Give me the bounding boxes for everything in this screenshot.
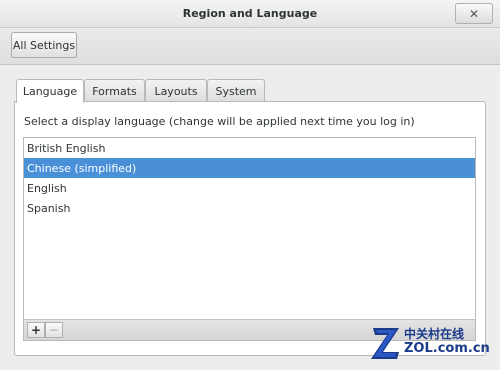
close-icon: ✕ — [468, 6, 480, 21]
language-hint: Select a display language (change will b… — [24, 115, 415, 128]
tab-system[interactable]: System — [207, 79, 265, 102]
add-language-button[interactable]: + — [27, 322, 45, 338]
language-panel: Select a display language (change will b… — [14, 101, 486, 356]
language-item-chinese-simplified[interactable]: Chinese (simplified) — [24, 158, 475, 178]
tab-language[interactable]: Language — [16, 79, 84, 103]
zol-logo-icon — [371, 328, 399, 359]
remove-language-button[interactable]: − — [45, 322, 63, 338]
header-toolbar: All Settings — [0, 28, 500, 65]
tab-layouts[interactable]: Layouts — [145, 79, 207, 102]
watermark-chinese-text: 中关村在线 — [404, 327, 465, 341]
tab-formats[interactable]: Formats — [84, 79, 145, 102]
language-item-british-english[interactable]: British English — [24, 138, 475, 158]
title-bar: Region and Language ✕ — [0, 0, 500, 28]
close-button[interactable]: ✕ — [455, 3, 493, 24]
zol-watermark: 中关村在线 ZOL.com.cn — [371, 322, 495, 364]
language-item-english[interactable]: English — [24, 178, 475, 198]
language-item-spanish[interactable]: Spanish — [24, 198, 475, 218]
all-settings-button[interactable]: All Settings — [11, 32, 77, 58]
watermark-url-text: ZOL.com.cn — [404, 341, 490, 356]
window-title: Region and Language — [182, 7, 318, 20]
language-list: British English Chinese (simplified) Eng… — [23, 137, 476, 341]
